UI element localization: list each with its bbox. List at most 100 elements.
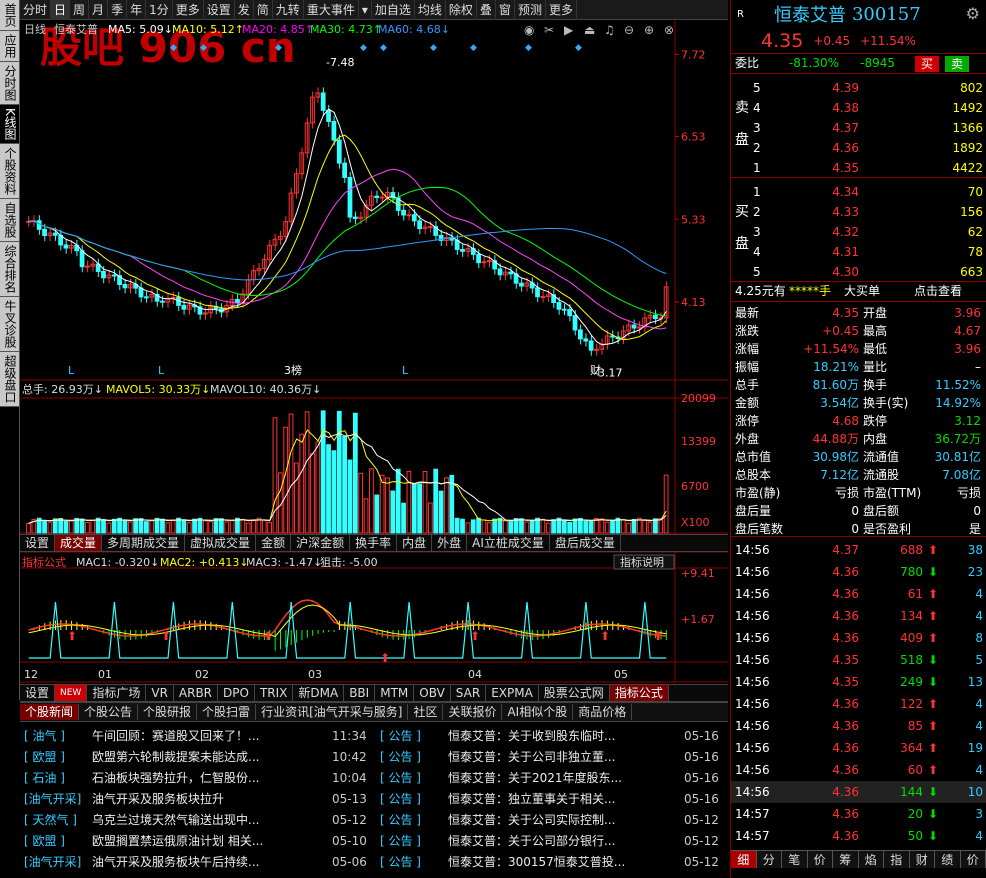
big-order-link[interactable]: 点击查看 — [914, 282, 962, 301]
ind-tab-7[interactable]: 新DMA — [293, 685, 345, 701]
toolbar-item-15[interactable]: 均线 — [415, 0, 446, 20]
toolbar-item-0[interactable]: 分时 — [20, 0, 52, 20]
ind-tab-2[interactable]: 指标广场 — [87, 685, 147, 701]
news-left-item[interactable]: [ 欧盟 ] 欧盟搁置禁运俄原油计划 相关... 05-10 — [20, 831, 376, 852]
ind-tab-9[interactable]: MTM — [375, 685, 415, 701]
event-diamond-icon[interactable]: ◆ — [360, 43, 367, 53]
ind-tab-11[interactable]: SAR — [451, 685, 487, 701]
vol-tab-8[interactable]: 外盘 — [432, 535, 468, 551]
chart-tool-icon[interactable]: ▶ — [564, 23, 574, 37]
toolbar-item-13[interactable]: ▾ — [359, 0, 372, 20]
news-left-item[interactable]: [油气开采] 油气开采及服务板块午后持续... 05-06 — [20, 852, 376, 873]
toolbar-item-10[interactable]: 简 — [254, 0, 273, 20]
ind-tab-14[interactable]: 指标公式 — [609, 685, 669, 701]
left-tab-2[interactable]: 分时图 — [0, 62, 19, 105]
ind-tab-13[interactable]: 股票公式网 — [539, 685, 610, 701]
vol-tab-2[interactable]: 多周期成交量 — [102, 535, 186, 551]
ind-tab-0[interactable]: 设置 — [20, 685, 56, 701]
toolbar-item-7[interactable]: 更多 — [173, 0, 204, 20]
toolbar-item-14[interactable]: 加自选 — [372, 0, 415, 20]
toolbar-item-11[interactable]: 九转 — [273, 0, 304, 20]
ind-tab-3[interactable]: VR — [146, 685, 174, 701]
ind-tab-8[interactable]: BBI — [344, 685, 376, 701]
right-bottom-tab-8[interactable]: 绩 — [935, 851, 961, 868]
left-tab-8[interactable]: 超级盘口 — [0, 351, 19, 407]
right-bottom-tab-6[interactable]: 指 — [884, 851, 910, 868]
news-left-item[interactable]: [ 石油 ] 石油板块强势拉升，仁智股份... 10:04 — [20, 768, 376, 789]
event-diamond-icon[interactable]: ◆ — [170, 43, 177, 53]
news-right-item[interactable]: [ 公告 ] 恒泰艾普：关于公司非独立董... 05-16 — [376, 747, 728, 768]
left-tab-0[interactable]: 首页 — [0, 0, 19, 31]
ask-level[interactable]: 1 4.35 4422 — [731, 158, 986, 178]
bid-level[interactable]: 5 4.30 663 — [731, 262, 986, 282]
kline-mark[interactable]: 3榜 — [284, 363, 302, 377]
chart-tool-icon[interactable]: ♫ — [604, 23, 615, 37]
event-diamond-icon[interactable]: ◆ — [430, 43, 437, 53]
event-diamond-icon[interactable]: ◆ — [275, 43, 282, 53]
chart-tool-icon[interactable]: ✂ — [544, 23, 554, 37]
chart-tool-icon[interactable]: ⊗ — [664, 23, 674, 37]
bid-level[interactable]: 4 4.31 78 — [731, 242, 986, 262]
event-diamond-icon[interactable]: ◆ — [470, 43, 477, 53]
ask-level[interactable]: 3 4.37 1366 — [731, 118, 986, 138]
toolbar-item-2[interactable]: 周 — [70, 0, 90, 20]
vol-tab-1[interactable]: 成交量 — [55, 535, 103, 551]
ind-tab-10[interactable]: OBV — [414, 685, 451, 701]
news-tab-1[interactable]: 个股公告 — [79, 704, 139, 720]
right-bottom-tab-5[interactable]: 焰 — [859, 851, 884, 868]
sell-button[interactable]: 卖 — [945, 55, 970, 72]
ind-tab-6[interactable]: TRIX — [255, 685, 294, 701]
left-tab-7[interactable]: 牛叉诊股 — [0, 296, 19, 352]
right-bottom-tab-0[interactable]: 细 — [731, 851, 757, 868]
kline-mark[interactable]: L — [158, 364, 165, 377]
kline-chart-area[interactable]: 股吧 906 cn日线 恒泰艾普 MA5: 5.09↓ MA10: 5.12↑MA20… — [20, 20, 728, 702]
chart-tool-icon[interactable]: ⏏ — [584, 23, 595, 37]
toolbar-item-3[interactable]: 月 — [89, 0, 109, 20]
ind-tab-1[interactable]: NEW — [55, 685, 88, 701]
bid-level[interactable]: 3 4.32 62 — [731, 222, 986, 242]
toolbar-item-9[interactable]: 发 — [235, 0, 254, 20]
news-right-item[interactable]: [ 公告 ] 恒泰艾普：关于公司部分银行... 05-12 — [376, 831, 728, 852]
chart-tool-icon[interactable]: ⊕ — [644, 23, 654, 37]
vol-tab-6[interactable]: 换手率 — [350, 535, 398, 551]
news-right-item[interactable]: [ 公告 ] 恒泰艾普：关于2021年度股东... 05-16 — [376, 768, 728, 789]
vol-tab-5[interactable]: 沪深金额 — [291, 535, 351, 551]
ask-level[interactable]: 4 4.38 1492 — [731, 98, 986, 118]
news-tab-5[interactable]: 社区 — [408, 704, 444, 720]
news-left-item[interactable]: [ 欧盟 ] 欧盟第六轮制裁提案未能达成... 10:42 — [20, 747, 376, 768]
right-bottom-tab-4[interactable]: 筹 — [833, 851, 859, 868]
gear-icon[interactable]: ⚙ — [966, 4, 980, 23]
vol-tab-7[interactable]: 内盘 — [397, 535, 433, 551]
toolbar-item-16[interactable]: 除权 — [446, 0, 477, 20]
news-left-item[interactable]: [ 天然气 ] 乌克兰过境天然气输送出现中... 05-12 — [20, 810, 376, 831]
news-tab-3[interactable]: 个股扫雷 — [197, 704, 257, 720]
toolbar-item-19[interactable]: 预测 — [515, 0, 546, 20]
event-diamond-icon[interactable]: ◆ — [380, 43, 387, 53]
left-tab-4[interactable]: 个股资料 — [0, 143, 19, 199]
news-tab-4[interactable]: 行业资讯[油气开采与服务] — [256, 704, 409, 720]
toolbar-item-6[interactable]: 1分 — [146, 0, 173, 20]
ask-level[interactable]: 2 4.36 1892 — [731, 138, 986, 158]
news-right-item[interactable]: [ 公告 ] 恒泰艾普：关于公司实际控制... 05-12 — [376, 810, 728, 831]
event-diamond-icon[interactable]: ◆ — [525, 43, 532, 53]
vol-tab-0[interactable]: 设置 — [20, 535, 56, 551]
kline-mark[interactable]: 财 — [590, 363, 601, 377]
ask-level[interactable]: 5 4.39 802 — [731, 78, 986, 98]
news-left-item[interactable]: [ 油气 ] 午间回顾：赛道股又回来了！... 11:34 — [20, 726, 376, 747]
toolbar-item-8[interactable]: 设置 — [204, 0, 235, 20]
toolbar-item-18[interactable]: 窗 — [496, 0, 515, 20]
right-bottom-tab-2[interactable]: 笔 — [782, 851, 808, 868]
news-right-item[interactable]: [ 公告 ] 恒泰艾普：300157恒泰艾普投... 05-12 — [376, 852, 728, 873]
news-tab-2[interactable]: 个股研报 — [138, 704, 198, 720]
kline-mark[interactable]: L — [402, 364, 409, 377]
vol-tab-3[interactable]: 虚拟成交量 — [185, 535, 257, 551]
vol-tab-4[interactable]: 金额 — [256, 535, 292, 551]
vol-tab-9[interactable]: AI立桩成交量 — [467, 535, 550, 551]
toolbar-item-5[interactable]: 年 — [127, 0, 147, 20]
news-right-item[interactable]: [ 公告 ] 恒泰艾普：独立董事关于相关... 05-16 — [376, 789, 728, 810]
event-diamond-icon[interactable]: ◆ — [200, 43, 207, 53]
chart-tool-icon[interactable]: ◉ — [524, 23, 534, 37]
left-tab-5[interactable]: 自选股 — [0, 198, 19, 242]
news-left-item[interactable]: [油气开采] 油气开采及服务板块拉升 05-13 — [20, 789, 376, 810]
news-tab-6[interactable]: 关联报价 — [443, 704, 503, 720]
